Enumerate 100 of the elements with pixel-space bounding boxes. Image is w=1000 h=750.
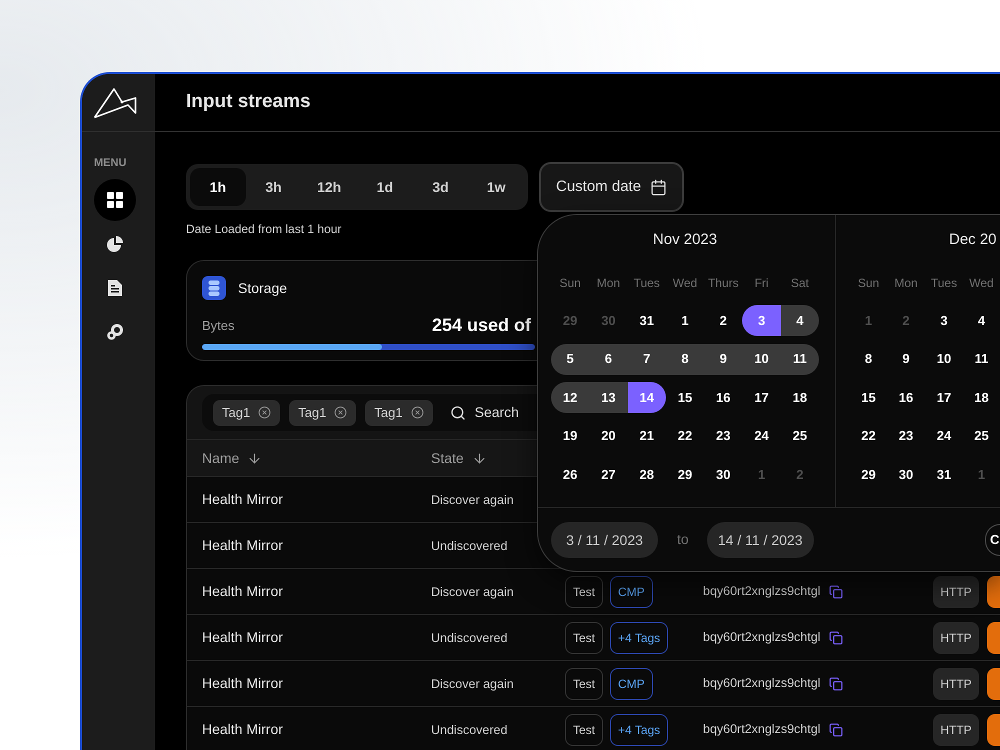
calendar-day[interactable]: 9 (887, 344, 925, 374)
calendar-day[interactable]: 24 (742, 420, 781, 452)
calendar-day[interactable]: 14 (628, 382, 666, 413)
calendar-day[interactable]: 26 (551, 459, 590, 490)
calendar-day[interactable]: 13 (589, 382, 628, 413)
grid-icon (107, 192, 123, 208)
calendar-day[interactable]: 7 (628, 344, 666, 374)
calendar-day[interactable]: 9 (704, 344, 742, 374)
time-range-tab[interactable]: 1w (468, 168, 524, 206)
calendar-day[interactable]: 4 (780, 305, 819, 336)
calendar-day[interactable]: 29 (666, 459, 704, 490)
month-title: Nov 2023 (652, 230, 718, 250)
calendar-day[interactable]: 19 (551, 420, 590, 452)
calendar-day[interactable]: 11 (780, 344, 819, 374)
calendar-day[interactable]: 30 (704, 459, 742, 490)
calendar-day[interactable]: 17 (925, 382, 963, 413)
action-button[interactable]: C (985, 524, 1000, 556)
weekday-label: Wed (672, 275, 698, 291)
sort-arrow-icon[interactable] (472, 450, 487, 466)
calendar-day[interactable]: 20 (589, 420, 628, 452)
stream-id: bqy60rt2xnglzs9chtgl (703, 629, 820, 646)
calendar-day[interactable]: 16 (704, 382, 742, 413)
weekday-label: Tues (930, 275, 958, 291)
time-range-tab[interactable]: 3d (412, 168, 468, 206)
stream-name: Health Mirror (202, 582, 283, 598)
protocol-badge: HTTP (933, 576, 979, 608)
calendar-day[interactable]: 15 (850, 382, 887, 413)
calendar-day[interactable]: 3 (742, 305, 781, 336)
filter-tag[interactable]: Tag1 (365, 400, 433, 426)
close-icon[interactable] (410, 406, 424, 419)
sort-arrow-icon[interactable] (247, 450, 262, 466)
weekday-label: Sun (559, 275, 581, 291)
time-range-tab[interactable]: 1d (357, 168, 413, 206)
calendar-day[interactable]: 28 (628, 459, 666, 490)
calendar-day[interactable]: 27 (589, 459, 628, 490)
copy-icon[interactable] (829, 630, 844, 644)
start-date-field[interactable]: 3 / 11 / 2023 (551, 522, 658, 558)
calendar-day[interactable]: 4 (963, 305, 1000, 336)
time-range-tab[interactable]: 1h (190, 168, 246, 206)
calendar-day[interactable]: 15 (666, 382, 704, 413)
calendar-day[interactable]: 23 (704, 420, 742, 452)
calendar-day[interactable]: 17 (742, 382, 781, 413)
calendar-day[interactable]: 18 (780, 382, 819, 413)
calendar-day[interactable]: 25 (963, 420, 1000, 452)
circles-icon (107, 324, 123, 340)
column-header[interactable]: Name (202, 448, 262, 468)
calendar-day[interactable]: 6 (589, 344, 628, 374)
tag-chip: Test (565, 668, 604, 700)
weekday-label: Thurs (708, 275, 739, 291)
calendar-day[interactable]: 3 (925, 305, 963, 336)
calendar-day[interactable]: 22 (666, 420, 704, 452)
calendar-day[interactable]: 16 (887, 382, 925, 413)
calendar-day[interactable]: 10 (742, 344, 781, 374)
search-icon (450, 404, 466, 420)
calendar-day[interactable]: 12 (551, 382, 590, 413)
tag-chip: Test (565, 622, 604, 654)
calendar-day[interactable]: 31 (628, 305, 666, 336)
protocol-badge: HTTP (933, 714, 979, 746)
state-label: Undiscovered (431, 630, 508, 644)
time-range-tab[interactable]: 3h (246, 168, 302, 206)
stream-name: Health Mirror (202, 720, 283, 736)
custom-date-button[interactable]: Custom date (539, 162, 684, 212)
copy-icon[interactable] (829, 584, 844, 598)
calendar-day[interactable]: 18 (963, 382, 1000, 413)
separator-label: to (677, 530, 689, 549)
time-range-tab[interactable]: 12h (301, 168, 358, 206)
calendar-day[interactable]: 1 (666, 305, 704, 336)
usage-value: 254 used of (432, 314, 531, 337)
calendar-day[interactable]: 2 (704, 305, 742, 336)
calendar-day[interactable]: 8 (850, 344, 887, 374)
protocol-badge: HTTP (933, 668, 979, 700)
copy-icon[interactable] (829, 676, 844, 690)
logo-icon (93, 86, 137, 118)
calendar-day[interactable]: 11 (963, 344, 1000, 374)
weekday-label: Mon (894, 275, 918, 291)
calendar-day[interactable]: 10 (925, 344, 963, 374)
calendar-day[interactable]: 25 (780, 420, 819, 452)
end-date-field[interactable]: 14 / 11 / 2023 (706, 522, 814, 558)
close-icon[interactable] (258, 406, 272, 419)
calendar-day[interactable]: 29 (850, 459, 887, 490)
page-title: Input streams (186, 90, 311, 114)
calendar-day[interactable]: 30 (887, 459, 925, 490)
nav-button[interactable] (94, 179, 136, 221)
weekday-label: Fri (754, 275, 769, 291)
calendar-day[interactable]: 24 (925, 420, 963, 452)
calendar-day[interactable]: 21 (628, 420, 666, 452)
month-title: Dec 20 (949, 230, 997, 250)
calendar-day[interactable]: 5 (551, 344, 590, 374)
copy-icon[interactable] (829, 722, 844, 736)
calendar-day[interactable]: 22 (850, 420, 887, 452)
close-icon[interactable] (334, 406, 348, 419)
filter-tag[interactable]: Tag1 (289, 400, 356, 426)
range-caption: Date Loaded from last 1 hour (186, 221, 342, 237)
filter-tag[interactable]: Tag1 (213, 400, 280, 426)
column-header[interactable]: State (431, 448, 487, 468)
pie-chart-icon (107, 236, 123, 252)
calendar-day[interactable]: 31 (925, 459, 963, 490)
calendar-day[interactable]: 8 (666, 344, 704, 374)
calendar-day[interactable]: 23 (887, 420, 925, 452)
storage-title: Storage (238, 278, 288, 298)
